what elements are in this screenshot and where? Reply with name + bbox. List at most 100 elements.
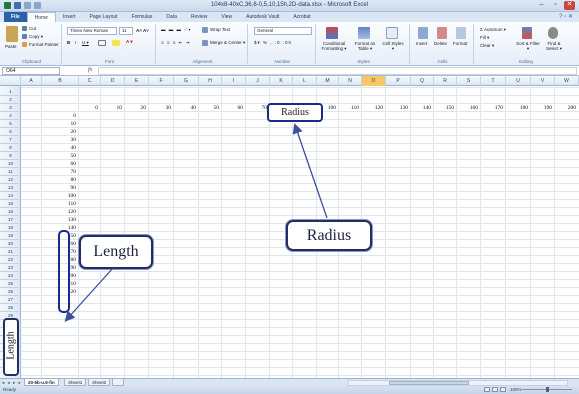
- column-header-h[interactable]: H: [199, 76, 222, 86]
- format-as-table-button[interactable]: Format as Table ▾: [351, 41, 379, 51]
- length-value-cell[interactable]: 50: [42, 153, 77, 159]
- radius-value-cell[interactable]: 60: [222, 105, 244, 111]
- bold-icon[interactable]: B: [67, 40, 70, 45]
- row-header-21[interactable]: 21: [0, 248, 21, 256]
- column-header-i[interactable]: I: [222, 76, 246, 86]
- radius-value-cell[interactable]: 150: [434, 105, 454, 111]
- row-header-13[interactable]: 13: [0, 184, 21, 192]
- length-value-cell[interactable]: 0: [42, 113, 76, 119]
- find-select-icon[interactable]: [548, 27, 558, 39]
- radius-value-cell[interactable]: 40: [174, 105, 197, 111]
- radius-value-cell[interactable]: 70: [246, 105, 268, 111]
- grow-font-icon[interactable]: A˄ A˅: [136, 28, 149, 33]
- length-value-cell[interactable]: 10: [42, 121, 77, 127]
- format-cells-icon[interactable]: [456, 27, 466, 39]
- column-header-b[interactable]: B: [42, 76, 79, 86]
- row-header-22[interactable]: 22: [0, 256, 21, 264]
- insert-cells-icon[interactable]: [418, 27, 428, 39]
- length-value-cell[interactable]: 130: [42, 217, 76, 223]
- copy-icon[interactable]: [22, 34, 27, 39]
- length-value-cell[interactable]: 90: [42, 185, 77, 191]
- row-header-5[interactable]: 5: [0, 120, 21, 128]
- row-header-12[interactable]: 12: [0, 176, 21, 184]
- row-header-23[interactable]: 23: [0, 264, 21, 272]
- horizontal-align-icons[interactable]: ≡ ≡ ≡ ⇤ ⇥: [161, 40, 190, 46]
- delete-cells-icon[interactable]: [437, 27, 447, 39]
- column-header-k[interactable]: K: [270, 76, 293, 86]
- fill-button[interactable]: Fill ▾: [480, 35, 489, 41]
- radius-value-cell[interactable]: 120: [362, 105, 383, 111]
- cut-button[interactable]: Cut: [29, 26, 36, 31]
- length-value-cell[interactable]: 100: [42, 193, 76, 199]
- column-header-p[interactable]: P: [386, 76, 411, 86]
- row-header-25[interactable]: 25: [0, 280, 21, 288]
- tab-formulas[interactable]: Formulas: [125, 12, 160, 22]
- tab-data[interactable]: Data: [159, 12, 184, 22]
- radius-value-cell[interactable]: 30: [149, 105, 172, 111]
- fill-color-icon[interactable]: [112, 40, 120, 46]
- radius-value-cell[interactable]: 110: [339, 105, 359, 111]
- length-value-cell[interactable]: 60: [42, 161, 77, 167]
- radius-header-cell[interactable]: Radius: [267, 103, 323, 122]
- wrap-text-icon[interactable]: [202, 27, 208, 33]
- minimize-button[interactable]: –: [536, 1, 547, 10]
- find-select-button[interactable]: Find & Select ▾: [542, 41, 566, 51]
- length-value-cell[interactable]: 30: [42, 137, 77, 143]
- tab-acrobat[interactable]: Acrobat: [286, 12, 317, 22]
- sort-filter-button[interactable]: Sort & Filter ▾: [516, 41, 540, 51]
- radius-value-cell[interactable]: 200: [555, 105, 576, 111]
- row-header-4[interactable]: 4: [0, 112, 21, 120]
- cut-icon[interactable]: [22, 26, 27, 31]
- italic-icon[interactable]: I: [75, 40, 76, 45]
- merge-center-button[interactable]: Merge & Center ▾: [210, 40, 245, 46]
- radius-value-cell[interactable]: 0: [79, 105, 98, 111]
- length-value-cell[interactable]: 70: [42, 169, 77, 175]
- tab-file[interactable]: File: [4, 12, 27, 22]
- column-header-t[interactable]: T: [481, 76, 506, 86]
- radius-value-cell[interactable]: 130: [386, 105, 408, 111]
- radius-value-cell[interactable]: 190: [531, 105, 552, 111]
- column-header-x[interactable]: X: [573, 76, 579, 86]
- sheet-tab-active[interactable]: 20-5b-u.6-fin: [24, 379, 59, 386]
- column-header-q[interactable]: Q: [411, 76, 434, 86]
- insert-function-icon[interactable]: fx: [88, 67, 92, 73]
- column-header-g[interactable]: G: [174, 76, 199, 86]
- select-all-corner[interactable]: [0, 76, 21, 86]
- sheet-tab-sheet2[interactable]: Sheet2: [88, 379, 111, 386]
- column-header-s[interactable]: S: [457, 76, 481, 86]
- format-painter-button[interactable]: Format Painter: [29, 42, 59, 47]
- radius-value-cell[interactable]: 180: [506, 105, 528, 111]
- row-header-11[interactable]: 11: [0, 168, 21, 176]
- radius-value-cell[interactable]: 170: [481, 105, 503, 111]
- merge-icon[interactable]: [202, 40, 208, 46]
- column-header-d[interactable]: D: [101, 76, 125, 86]
- column-header-v[interactable]: V: [531, 76, 555, 86]
- radius-value-cell[interactable]: 20: [125, 105, 147, 111]
- radius-value-cell[interactable]: 10: [101, 105, 123, 111]
- font-name-select[interactable]: Times New Roman: [67, 27, 117, 35]
- row-header-17[interactable]: 17: [0, 216, 21, 224]
- tab-autodesk-vault[interactable]: Autodesk Vault: [239, 12, 286, 22]
- format-table-icon[interactable]: [358, 27, 370, 39]
- column-header-e[interactable]: E: [125, 76, 149, 86]
- column-header-r[interactable]: R: [434, 76, 457, 86]
- column-header-j[interactable]: J: [246, 76, 270, 86]
- cell-styles-icon[interactable]: [386, 27, 398, 39]
- paste-button[interactable]: Paste: [5, 44, 17, 49]
- row-header-2[interactable]: 2: [0, 96, 21, 104]
- row-header-20[interactable]: 20: [0, 240, 21, 248]
- column-header-o[interactable]: O: [362, 76, 386, 86]
- delete-button[interactable]: Delete: [434, 41, 447, 46]
- formula-input[interactable]: [98, 67, 577, 75]
- zoom-slider-thumb[interactable]: [546, 387, 549, 392]
- row-header-16[interactable]: 16: [0, 208, 21, 216]
- normal-view-button[interactable]: [484, 387, 490, 392]
- row-header-1[interactable]: 1: [0, 88, 21, 96]
- row-header-14[interactable]: 14: [0, 192, 21, 200]
- column-header-a[interactable]: A: [21, 76, 42, 86]
- font-size-select[interactable]: 11: [119, 27, 133, 35]
- copy-button[interactable]: Copy ▾: [29, 34, 43, 40]
- page-layout-view-button[interactable]: [492, 387, 498, 392]
- cell-styles-button[interactable]: Cell Styles ▾: [381, 41, 405, 51]
- sheet-tab-sheet1[interactable]: Sheet1: [64, 379, 87, 386]
